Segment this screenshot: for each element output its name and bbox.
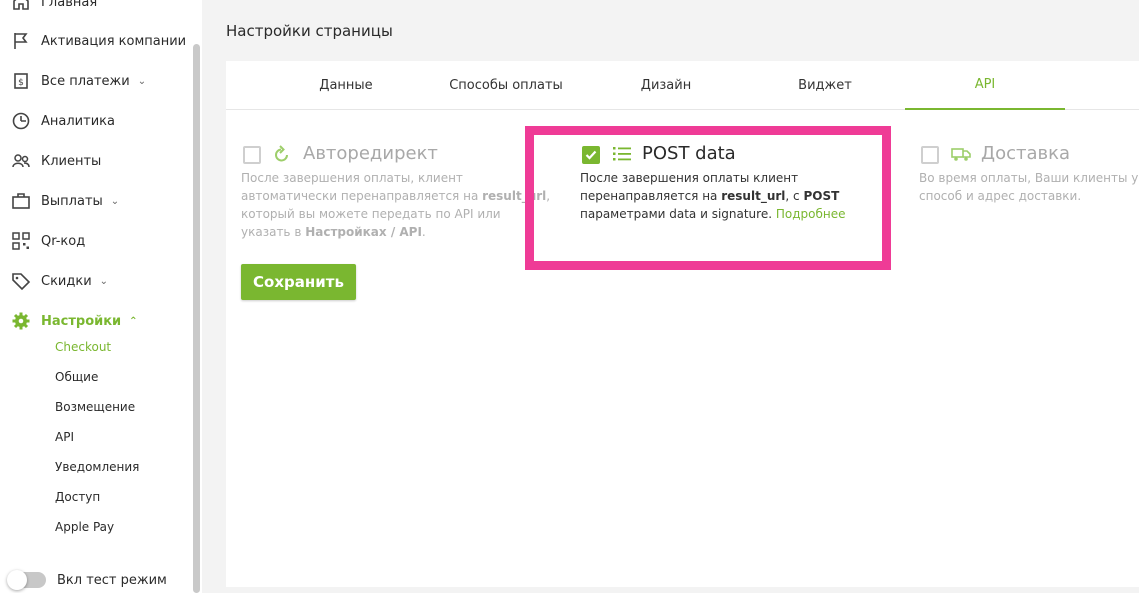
sidebar-item-settings[interactable]: Настройки ⌃	[10, 309, 138, 333]
sidebar-item-label: Скидки	[41, 273, 92, 289]
sidebar-scrollbar[interactable]	[193, 44, 200, 593]
autoredirect-checkbox[interactable]	[243, 146, 261, 164]
toggle-knob	[7, 570, 27, 590]
sidebar: Главная Активация компании $ Все платежи…	[0, 0, 202, 593]
sidebar-item-payouts[interactable]: Выплаты ⌄	[10, 189, 119, 213]
tab-widget[interactable]: Виджет	[745, 61, 905, 110]
tab-api[interactable]: API	[905, 61, 1065, 110]
sidebar-item-home[interactable]: Главная	[10, 0, 97, 14]
tab-data[interactable]: Данные	[266, 61, 426, 110]
sidebar-item-activation[interactable]: Активация компании	[10, 29, 186, 53]
sidebar-item-payments[interactable]: $ Все платежи ⌄	[10, 69, 146, 93]
sidebar-item-label: Настройки	[41, 313, 122, 329]
sidebar-item-analytics[interactable]: Аналитика	[10, 109, 115, 133]
clock-icon	[10, 110, 32, 132]
sidebar-item-label: Qr-код	[41, 233, 86, 249]
highlight-frame	[525, 126, 891, 270]
tab-design[interactable]: Дизайн	[586, 61, 746, 110]
sidebar-item-clients[interactable]: Клиенты	[10, 149, 101, 173]
briefcase-icon	[10, 190, 32, 212]
users-icon	[10, 150, 32, 172]
autoredirect-title: Авторедирект	[303, 143, 438, 164]
sidebar-subitem-refund[interactable]: Возмещение	[55, 400, 135, 414]
chevron-up-icon: ⌃	[129, 315, 138, 327]
autoredirect-description: После завершения оплаты, клиент автомати…	[241, 171, 551, 239]
svg-text:$: $	[18, 78, 24, 88]
sidebar-item-label: Главная	[41, 0, 98, 10]
sidebar-subitem-apple-pay[interactable]: Apple Pay	[55, 520, 114, 534]
sidebar-item-label: Аналитика	[41, 113, 115, 129]
sidebar-subitem-notifications[interactable]: Уведомления	[55, 460, 139, 474]
sidebar-subitem-api[interactable]: API	[55, 430, 74, 444]
test-mode-toggle[interactable]	[7, 570, 46, 590]
gear-icon	[10, 310, 32, 332]
test-mode-label: Вкл тест режим	[57, 573, 167, 588]
flag-icon	[10, 30, 32, 52]
sidebar-item-label: Активация компании	[41, 33, 187, 49]
chevron-down-icon: ⌄	[110, 195, 120, 207]
tab-bar: Данные Способы оплаты Дизайн Виджет API	[226, 61, 1139, 110]
save-button[interactable]: Сохранить	[241, 264, 356, 300]
page-title: Настройки страницы	[226, 22, 393, 40]
qr-code-icon	[10, 230, 32, 252]
sidebar-subitem-access[interactable]: Доступ	[55, 490, 100, 504]
sidebar-subitem-checkout[interactable]: Checkout	[55, 340, 111, 354]
delivery-checkbox[interactable]	[921, 146, 939, 164]
sidebar-item-qr[interactable]: Qr-код	[10, 229, 85, 253]
receipt-icon: $	[10, 70, 32, 92]
home-icon	[10, 0, 32, 13]
chevron-down-icon: ⌄	[99, 275, 109, 287]
delivery-description: Во время оплаты, Ваши клиенты у способ и…	[919, 171, 1139, 203]
chevron-down-icon: ⌄	[137, 75, 147, 87]
truck-icon	[951, 145, 971, 167]
sidebar-item-label: Клиенты	[41, 153, 102, 169]
refresh-icon	[272, 144, 292, 168]
delivery-title: Доставка	[981, 143, 1070, 164]
sidebar-item-label: Все платежи	[41, 73, 130, 89]
tag-icon	[10, 270, 32, 292]
sidebar-item-discounts[interactable]: Скидки ⌄	[10, 269, 108, 293]
sidebar-item-label: Выплаты	[41, 193, 103, 209]
tab-payment-methods[interactable]: Способы оплаты	[426, 61, 586, 110]
sidebar-subitem-general[interactable]: Общие	[55, 370, 98, 384]
